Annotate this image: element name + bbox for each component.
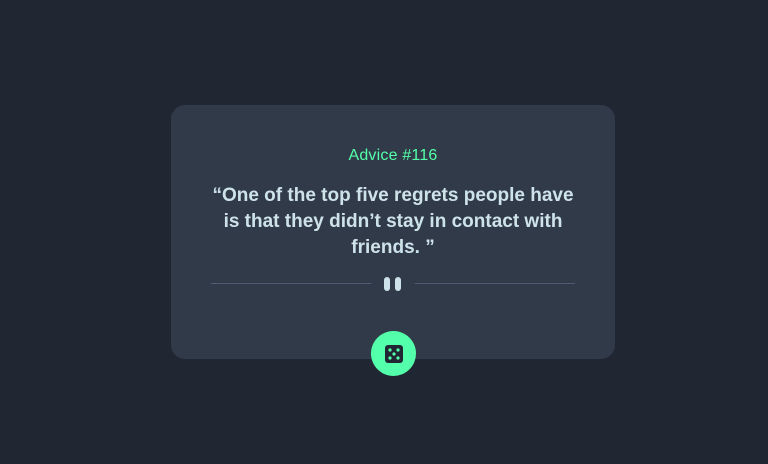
pause-icon — [384, 277, 402, 291]
divider — [211, 275, 575, 293]
advice-quote: “One of the top five regrets people have… — [212, 185, 574, 258]
divider-line-left — [211, 283, 371, 284]
new-advice-button[interactable] — [371, 331, 416, 376]
divider-line-right — [415, 283, 575, 284]
dice-icon — [384, 344, 403, 363]
advice-id: Advice #116 — [348, 147, 438, 164]
advice-card: Advice #116 “One of the top five regrets… — [171, 105, 615, 359]
